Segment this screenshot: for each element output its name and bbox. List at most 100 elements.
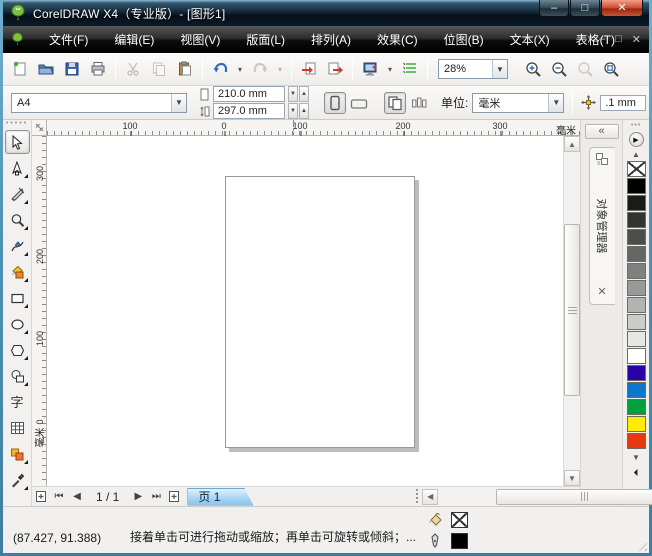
window-resize-grip[interactable]: [635, 539, 647, 551]
add-page-button-right[interactable]: [165, 488, 183, 506]
palette-expand-button[interactable]: ⏴: [634, 468, 639, 479]
palette-drag-handle[interactable]: •••: [631, 122, 641, 130]
paper-height-spin-down[interactable]: ▼: [288, 103, 298, 119]
horizontal-scrollbar[interactable]: ◀ ▶: [422, 488, 652, 505]
mdi-minimize-button[interactable]: –: [599, 33, 605, 46]
next-page-button[interactable]: ▶: [129, 488, 147, 506]
window-maximize-button[interactable]: □: [570, 0, 600, 17]
redo-dropdown-arrow[interactable]: ▾: [274, 57, 286, 81]
tool-blend[interactable]: [5, 442, 30, 466]
fill-color-indicator-none[interactable]: [451, 511, 468, 528]
vertical-scroll-thumb[interactable]: [564, 224, 580, 396]
last-page-button[interactable]: ⏭: [147, 488, 165, 506]
paper-size-combobox[interactable]: A4 ▼: [11, 92, 187, 113]
docker-close-icon[interactable]: ✕: [597, 285, 606, 298]
color-swatch[interactable]: [626, 433, 646, 449]
page-a4[interactable]: [225, 176, 415, 448]
menu-item[interactable]: 排列(A): [298, 26, 364, 53]
paper-width-spin-up[interactable]: ▲: [299, 86, 309, 102]
units-dropdown-arrow[interactable]: ▼: [548, 93, 564, 112]
color-swatch[interactable]: [626, 280, 646, 296]
nudge-offset-field[interactable]: .1 mm: [600, 94, 647, 111]
docker-tab-object-manager[interactable]: 对象管理器 ✕: [588, 147, 615, 305]
zoom-combobox-dropdown-arrow[interactable]: ▼: [492, 60, 507, 78]
tool-polygon[interactable]: [5, 338, 30, 362]
menu-item[interactable]: 效果(C): [364, 26, 431, 53]
undo-button[interactable]: [208, 57, 232, 81]
all-pages-layout-button[interactable]: [384, 91, 406, 114]
tool-rectangle[interactable]: [5, 286, 30, 310]
paper-height-spin-up[interactable]: ▲: [299, 103, 309, 119]
copy-button[interactable]: [147, 57, 171, 81]
current-page-layout-button[interactable]: [408, 92, 430, 114]
scroll-up-button[interactable]: ▲: [564, 136, 580, 152]
print-button[interactable]: [86, 57, 110, 81]
zoom-level-combobox[interactable]: 28% ▼: [438, 59, 508, 79]
paper-size-dropdown-arrow[interactable]: ▼: [171, 93, 186, 112]
scroll-left-button[interactable]: ◀: [422, 488, 439, 505]
horizontal-scroll-track[interactable]: [438, 488, 652, 505]
tool-crop[interactable]: [5, 182, 30, 206]
paste-button[interactable]: [173, 57, 197, 81]
zoom-to-selection-button[interactable]: [573, 57, 597, 81]
color-swatch[interactable]: [626, 195, 646, 211]
zoom-to-page-button[interactable]: [599, 57, 623, 81]
scroll-down-button[interactable]: ▼: [564, 470, 580, 486]
mdi-close-button[interactable]: ✕: [632, 33, 641, 46]
cut-button[interactable]: [121, 57, 145, 81]
paper-width-spin-down[interactable]: ▼: [288, 86, 298, 102]
drawing-canvas[interactable]: [47, 136, 563, 486]
units-combobox[interactable]: 毫米 ▼: [472, 92, 565, 113]
tool-table[interactable]: [5, 416, 30, 440]
tool-eyedropper[interactable]: [5, 468, 30, 492]
tool-pick[interactable]: [4, 130, 30, 154]
open-button[interactable]: [34, 57, 58, 81]
menu-item[interactable]: 文本(X): [497, 26, 563, 53]
save-button[interactable]: [60, 57, 84, 81]
menu-item[interactable]: 版面(L): [233, 26, 298, 53]
swatch-no-color[interactable]: [626, 161, 646, 177]
tool-text[interactable]: 字: [5, 390, 30, 414]
ruler-origin-button[interactable]: [32, 120, 47, 136]
horizontal-ruler[interactable]: 100 0 100 200 300 毫米: [47, 120, 580, 137]
tool-basic-shapes[interactable]: [5, 364, 30, 388]
vertical-scrollbar[interactable]: ▲ ▼: [563, 136, 580, 486]
page-tab-1[interactable]: 页 1: [187, 488, 253, 506]
tool-freehand[interactable]: [5, 234, 30, 258]
tool-ellipse[interactable]: [5, 312, 30, 336]
portrait-orientation-button[interactable]: [324, 91, 346, 114]
vertical-ruler[interactable]: 300 200 100 0 毫米: [32, 136, 47, 486]
add-page-button-left[interactable]: [32, 488, 50, 506]
menu-item[interactable]: 编辑(E): [101, 26, 167, 53]
color-swatch[interactable]: [626, 314, 646, 330]
color-swatch[interactable]: [626, 399, 646, 415]
palette-scroll-down[interactable]: ▼: [632, 452, 640, 463]
navigator-splitter[interactable]: [413, 488, 421, 505]
color-swatch[interactable]: [626, 365, 646, 381]
color-swatch[interactable]: [626, 212, 646, 228]
import-button[interactable]: [297, 57, 321, 81]
color-swatch[interactable]: [626, 263, 646, 279]
window-close-button[interactable]: ✕: [601, 0, 643, 17]
landscape-orientation-button[interactable]: [348, 92, 370, 114]
export-button[interactable]: [323, 57, 347, 81]
color-swatch[interactable]: [626, 331, 646, 347]
toolbox-drag-handle[interactable]: •••••: [6, 120, 28, 129]
color-swatch[interactable]: [626, 178, 646, 194]
mdi-restore-button[interactable]: □: [615, 33, 622, 46]
menu-item[interactable]: 位图(B): [431, 26, 497, 53]
application-launcher-dropdown[interactable]: ▾: [384, 57, 396, 81]
first-page-button[interactable]: ⏮: [50, 488, 68, 506]
tool-smart-fill[interactable]: [5, 260, 30, 284]
menu-item[interactable]: 视图(V): [167, 26, 233, 53]
tool-shape[interactable]: [5, 156, 30, 180]
outline-color-indicator[interactable]: [451, 532, 468, 549]
vertical-scroll-track[interactable]: [564, 152, 580, 470]
color-swatch[interactable]: [626, 297, 646, 313]
color-swatch[interactable]: [626, 348, 646, 364]
color-swatch[interactable]: [626, 382, 646, 398]
redo-button[interactable]: [248, 57, 272, 81]
palette-scroll-up[interactable]: ▲: [632, 149, 640, 160]
paper-width-field[interactable]: 210.0 mm: [213, 86, 285, 102]
color-swatch[interactable]: [626, 229, 646, 245]
